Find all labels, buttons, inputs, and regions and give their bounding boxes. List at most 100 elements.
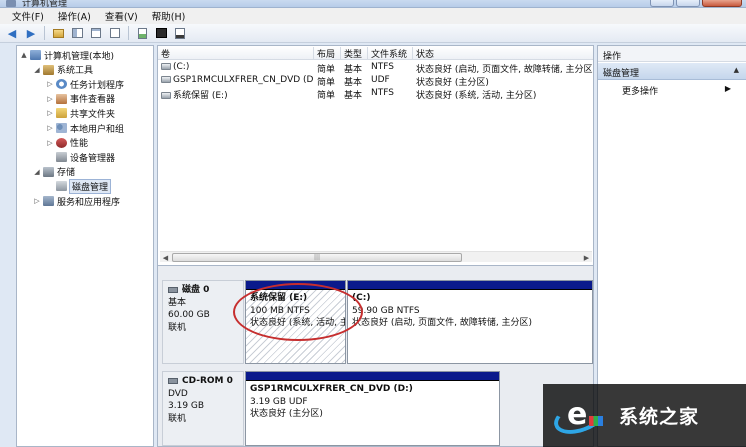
tree-item[interactable]: ▷ 共享文件夹 (46, 106, 115, 120)
window-controls (650, 0, 742, 7)
volume-row[interactable]: GSP1RMCULXFRER_CN_DVD (D:) 简单 基本 UDF 状态良好 (主… (158, 75, 593, 88)
cdrom-0-label[interactable]: CD-ROM 0 DVD 3.19 GB 联机 (162, 371, 244, 446)
back-arrow-icon[interactable]: ◀ (4, 26, 20, 41)
tree-item[interactable]: 磁盘管理 (46, 178, 112, 194)
scrollbar-thumb[interactable]: ||| (172, 253, 462, 262)
app-icon (6, 0, 16, 7)
users-icon (56, 123, 67, 133)
disk-management-icon (56, 181, 67, 192)
watermark-text: 系统之家 (619, 406, 700, 428)
tree-item-label: 系统工具 (57, 66, 94, 77)
column-header-filesystem[interactable]: 文件系统 (368, 47, 413, 60)
tree-item[interactable]: ▷ 任务计划程序 (46, 77, 124, 91)
filesystem-cell: NTFS (371, 88, 394, 98)
partition-system-reserved[interactable]: 系统保留 (E:) 100 MB NTFS 状态良好 (系统, 活动, 主 (245, 280, 346, 364)
tree-expander-icon[interactable]: ▷ (46, 109, 54, 117)
action-more-actions[interactable]: 更多操作 ▶ (598, 83, 746, 97)
actions-section-disk-management[interactable]: 磁盘管理 ▲ (598, 63, 746, 80)
refresh-icon[interactable] (134, 26, 150, 41)
menu-view[interactable]: 查看(V) (98, 9, 145, 23)
collapse-up-icon[interactable]: ▲ (734, 66, 739, 74)
tree-item[interactable]: ▷ 本地用户和组 (46, 121, 124, 135)
tree-expander-icon[interactable]: ▲ (20, 51, 28, 59)
menu-action[interactable]: 操作(A) (51, 9, 98, 23)
drive-icon (161, 92, 171, 99)
tree-item-label: 存储 (57, 168, 76, 179)
tree-item[interactable]: ▷ 事件查看器 (46, 92, 115, 106)
volume-cell: GSP1RMCULXFRER_CN_DVD (D:) (158, 75, 314, 85)
volume-row[interactable]: 系统保留 (E:) 简单 基本 NTFS 状态良好 (系统, 活动, 主分区) (158, 88, 593, 101)
device-manager-icon (56, 152, 67, 163)
tree-expander-icon[interactable]: ▷ (46, 80, 54, 88)
menu-file[interactable]: 文件(F) (5, 9, 51, 23)
partition-bar (348, 281, 592, 290)
toolbar-separator (128, 26, 129, 40)
tree-item-label: 事件查看器 (70, 95, 116, 106)
partition-size: 100 MB NTFS (250, 305, 310, 316)
filesystem-cell: UDF (371, 75, 390, 85)
computer-icon (30, 50, 41, 60)
disk-properties-icon[interactable] (172, 26, 188, 41)
tree-item[interactable]: ▲ 计算机管理(本地) (20, 48, 114, 62)
volume-name: 系统保留 (E:) (173, 91, 228, 101)
partition-dvd[interactable]: GSP1RMCULXFRER_CN_DVD (D:) 3.19 GB UDF 状… (245, 371, 500, 446)
tree-item-label: 共享文件夹 (70, 109, 116, 120)
partition-status: 状态良好 (启动, 页面文件, 故障转储, 主分区) (352, 318, 533, 328)
properties-icon[interactable] (88, 26, 104, 41)
column-header-volume[interactable]: 卷 (158, 47, 314, 60)
maximize-button[interactable] (676, 0, 700, 7)
disk-name: CD-ROM 0 (182, 376, 233, 386)
disk-0-label[interactable]: 磁盘 0 基本 60.00 GB 联机 (162, 280, 244, 364)
tree-item[interactable]: ▷ 性能 (46, 136, 88, 150)
disk-type: 基本 (168, 297, 187, 308)
export-list-icon[interactable] (153, 26, 169, 41)
toolbar-separator (44, 26, 45, 40)
column-header-layout[interactable]: 布局 (314, 47, 341, 60)
tree-expander-icon[interactable]: ▷ (46, 95, 54, 103)
tree-item[interactable]: ▷ 服务和应用程序 (33, 194, 120, 208)
column-header-status[interactable]: 状态 (413, 47, 593, 60)
minimize-button[interactable] (650, 0, 674, 7)
menu-help[interactable]: 帮助(H) (145, 9, 193, 23)
help-icon[interactable] (107, 26, 123, 41)
volume-row[interactable]: (C:) 简单 基本 NTFS 状态良好 (启动, 页面文件, 故障转储, 主分区) (158, 62, 594, 75)
scroll-left-arrow-icon[interactable]: ◀ (160, 252, 171, 263)
tree-item-label: 性能 (70, 139, 89, 150)
watermark-logo-icon: e (549, 392, 611, 440)
tree-expander-icon[interactable]: ◢ (33, 66, 41, 74)
tree-expander-icon[interactable]: ▷ (46, 124, 54, 132)
tree-item-label: 本地用户和组 (70, 124, 125, 135)
partition-bar (246, 281, 345, 290)
shared-folder-icon (56, 108, 67, 119)
tree-expander-icon[interactable]: ▷ (46, 139, 54, 147)
tree-item[interactable]: ◢ 存储 (33, 165, 75, 179)
status-cell: 状态良好 (系统, 活动, 主分区) (416, 91, 537, 101)
status-cell: 状态良好 (启动, 页面文件, 故障转储, 主分区) (416, 65, 594, 75)
scroll-right-arrow-icon[interactable]: ▶ (581, 252, 592, 263)
status-cell: 状态良好 (主分区) (416, 78, 489, 88)
services-icon (43, 196, 54, 206)
close-button[interactable] (702, 0, 742, 7)
title-bar: 计算机管理 (0, 0, 746, 8)
disk-management-pane: 卷 布局 类型 文件系统 状态 (C:) 简单 基本 NTFS 状态良好 (启动, 页面… (157, 45, 594, 447)
filesystem-cell: NTFS (371, 62, 394, 72)
tree-expander-icon[interactable]: ◢ (33, 168, 41, 176)
show-hide-tree-icon[interactable] (69, 26, 85, 41)
tree-item[interactable]: ◢ 系统工具 (33, 63, 93, 77)
hard-disk-icon (168, 287, 178, 294)
disk-graphical-view: 磁盘 0 基本 60.00 GB 联机 系统保留 (E:) 100 MB NTF… (158, 265, 593, 446)
disk-size: 60.00 GB (168, 310, 210, 320)
partition-status: 状态良好 (系统, 活动, 主 (250, 318, 346, 328)
horizontal-scrollbar[interactable]: ◀ ||| ▶ (160, 251, 592, 262)
tree-item[interactable]: 设备管理器 (46, 150, 115, 164)
type-cell: 基本 (344, 78, 363, 88)
toolbar: ◀ ▶ (0, 24, 746, 43)
tree-expander-icon[interactable]: ▷ (33, 197, 41, 205)
partition-c[interactable]: (C:) 59.90 GB NTFS 状态良好 (启动, 页面文件, 故障转储,… (347, 280, 593, 364)
forward-arrow-icon[interactable]: ▶ (23, 26, 39, 41)
layout-cell: 简单 (317, 91, 336, 101)
tree-item-label: 磁盘管理 (68, 178, 112, 194)
up-folder-icon[interactable] (50, 26, 66, 41)
tools-icon (43, 64, 54, 75)
column-header-type[interactable]: 类型 (341, 47, 368, 60)
